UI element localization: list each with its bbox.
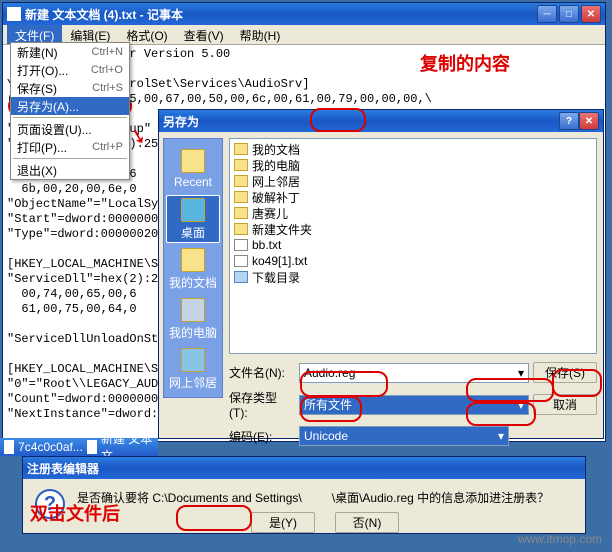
place-network[interactable]: 网上邻居 xyxy=(166,345,220,393)
annotation-copied: 复制的内容 xyxy=(420,50,510,76)
menu-open[interactable]: 打开(O)...Ctrl+O xyxy=(11,61,129,79)
folder-icon xyxy=(234,207,248,219)
menu-help[interactable]: 帮助(H) xyxy=(232,25,289,44)
file-item[interactable]: 我的文档 xyxy=(232,141,594,157)
file-item[interactable]: ko49[1].txt xyxy=(232,253,594,269)
annotation-box-title xyxy=(310,108,366,132)
folder-icon xyxy=(234,191,248,203)
menu-new[interactable]: 新建(N)Ctrl+N xyxy=(11,43,129,61)
notepad-icon xyxy=(7,7,21,21)
taskbar-item-1[interactable]: 7c4c0c0af... xyxy=(18,440,83,454)
place-mydocs[interactable]: 我的文档 xyxy=(166,245,220,293)
watermark: www.itmop.com xyxy=(518,532,602,546)
registry-message-2: \桌面\Audio.reg 中的信息添加进注册表？ xyxy=(332,489,549,506)
folder-icon xyxy=(234,175,248,187)
taskbar-icon xyxy=(4,440,14,454)
taskbar: 7c4c0c0af... 新建 文本文... xyxy=(0,438,158,456)
doc-icon xyxy=(234,239,248,251)
menu-separator xyxy=(13,117,127,118)
filename-label: 文件名(N): xyxy=(229,364,295,381)
file-item[interactable]: 唐赛儿 xyxy=(232,205,594,221)
places-bar: Recent 桌面 我的文档 我的电脑 网上邻居 xyxy=(163,138,223,398)
encoding-combo[interactable]: Unicode▾ xyxy=(299,426,509,446)
menu-separator xyxy=(13,158,127,159)
encoding-label: 编码(E): xyxy=(229,428,295,445)
annotation-box-filename xyxy=(466,378,554,402)
help-button[interactable]: ? xyxy=(559,112,579,130)
save-form: 文件名(N): Audio.reg▾ 保存(S) 保存类型(T): 所有文件▾ … xyxy=(229,362,597,452)
notepad-title: 新建 文本文档 (4).txt - 记事本 xyxy=(25,6,537,23)
folder-icon xyxy=(234,223,248,235)
file-item[interactable]: 下载目录 xyxy=(232,269,594,285)
menu-pagesetup[interactable]: 页面设置(U)... xyxy=(11,120,129,138)
file-item[interactable]: 我的电脑 xyxy=(232,157,594,173)
file-list[interactable]: 我的文档我的电脑网上邻居破解补丁唐赛儿新建文件夹bb.txtko49[1].tx… xyxy=(229,138,597,354)
annotation-dblclick: 双击文件后 xyxy=(30,500,120,526)
folder-icon xyxy=(234,159,248,171)
place-recent[interactable]: Recent xyxy=(166,145,220,193)
menu-view[interactable]: 查看(V) xyxy=(176,25,232,44)
file-item[interactable]: bb.txt xyxy=(232,237,594,253)
file-item[interactable]: 网上邻居 xyxy=(232,173,594,189)
doc-icon xyxy=(234,255,248,267)
annotation-box-save2 xyxy=(552,369,602,397)
file-menu-dropdown: 新建(N)Ctrl+N 打开(O)...Ctrl+O 保存(S)Ctrl+S 另… xyxy=(10,42,130,180)
mycomputer-icon xyxy=(181,298,205,322)
menu-exit[interactable]: 退出(X) xyxy=(11,161,129,179)
place-mycomputer[interactable]: 我的电脑 xyxy=(166,295,220,343)
chevron-down-icon: ▾ xyxy=(498,429,504,443)
menu-saveas[interactable]: 另存为(A)... xyxy=(11,97,129,115)
saveas-titlebar[interactable]: 另存为 ? ✕ xyxy=(159,110,603,132)
dialog-close-button[interactable]: ✕ xyxy=(579,112,599,130)
annotation-box-yes xyxy=(176,505,252,531)
maximize-button[interactable]: □ xyxy=(559,5,579,23)
taskbar-icon xyxy=(87,440,97,454)
close-button[interactable]: ✕ xyxy=(581,5,601,23)
filetype-label: 保存类型(T): xyxy=(229,389,295,420)
annotation-box-ft2 xyxy=(300,396,362,422)
no-button[interactable]: 否(N) xyxy=(335,512,399,533)
menu-save[interactable]: 保存(S)Ctrl+S xyxy=(11,79,129,97)
network-icon xyxy=(181,348,205,372)
registry-title: 注册表编辑器 xyxy=(27,460,99,477)
file-item[interactable]: 新建文件夹 xyxy=(232,221,594,237)
desktop-icon xyxy=(181,198,205,222)
place-desktop[interactable]: 桌面 xyxy=(166,195,220,243)
menu-print[interactable]: 打印(P)...Ctrl+P xyxy=(11,138,129,156)
folder-icon xyxy=(234,143,248,155)
notepad-titlebar[interactable]: 新建 文本文档 (4).txt - 记事本 ─ □ ✕ xyxy=(3,3,605,25)
yes-button[interactable]: 是(Y) xyxy=(251,512,315,533)
annotation-box-fn2 xyxy=(300,371,388,397)
mydocs-icon xyxy=(181,248,205,272)
file-item[interactable]: 破解补丁 xyxy=(232,189,594,205)
annotation-box-filetype xyxy=(466,402,536,426)
registry-titlebar[interactable]: 注册表编辑器 xyxy=(23,457,585,479)
minimize-button[interactable]: ─ xyxy=(537,5,557,23)
exe-icon xyxy=(234,271,248,283)
recent-icon xyxy=(181,149,205,173)
